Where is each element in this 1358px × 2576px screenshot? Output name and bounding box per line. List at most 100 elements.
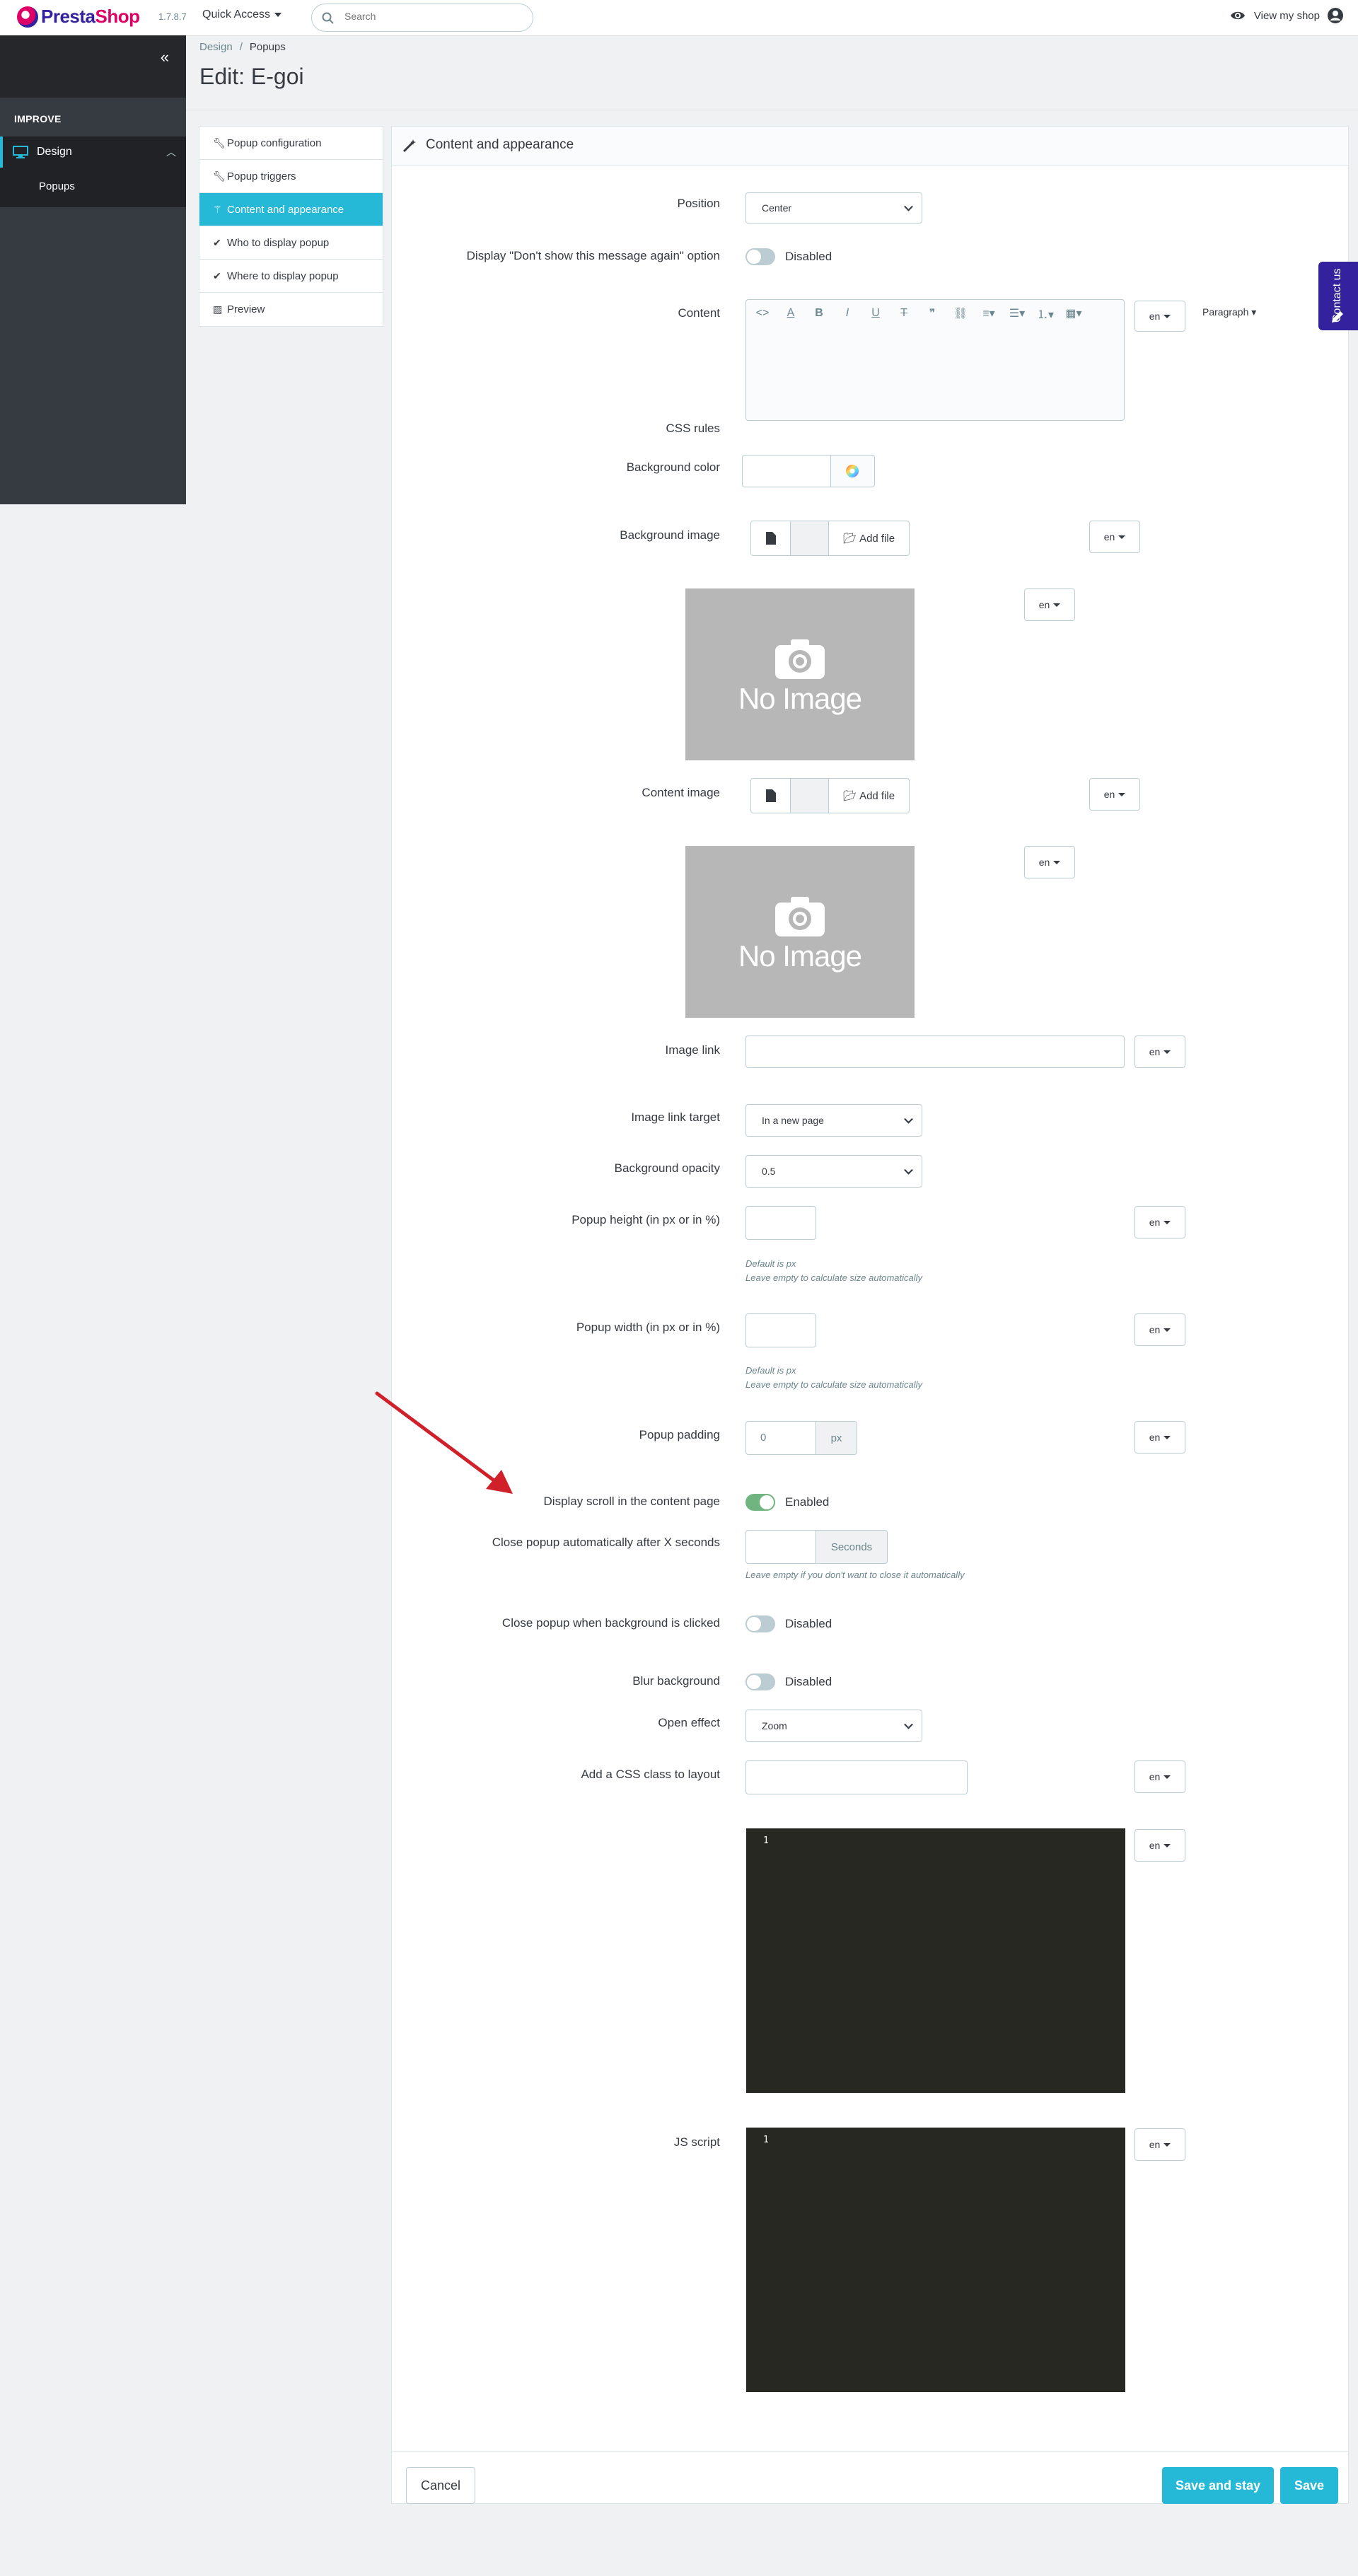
bullet-list-icon[interactable]: ☰▾ [1003, 306, 1031, 320]
content-language-dropdown[interactable]: en [1134, 301, 1185, 332]
blur-background-label: Blur background [632, 1674, 720, 1688]
content-image-preview-language-dropdown[interactable]: en [1024, 846, 1075, 878]
background-color-input[interactable] [742, 455, 831, 487]
popup-width-help: Default is px Leave empty to calculate si… [745, 1365, 923, 1390]
background-image-label: Background image [620, 528, 720, 542]
link-icon[interactable]: ⛓︎ [946, 306, 975, 320]
background-image-preview: No Image [685, 588, 915, 760]
tab-preview[interactable]: ▨ Preview [199, 293, 383, 326]
tab-where-to-display[interactable]: ✔ Where to display popup [199, 260, 383, 293]
quick-access-label: Quick Access [202, 8, 271, 21]
cancel-button[interactable]: Cancel [406, 2467, 475, 2504]
css-class-input[interactable] [745, 1760, 968, 1794]
background-color-label: Background color [626, 460, 720, 474]
close-auto-input[interactable] [745, 1530, 816, 1564]
popup-width-label: Popup width (in px or in %) [576, 1321, 720, 1334]
bold-icon[interactable]: B [805, 307, 833, 320]
sidebar-item-design[interactable]: Design ︿ [0, 137, 186, 168]
color-picker-button[interactable] [831, 455, 875, 487]
tab-popup-triggers[interactable]: 🔧︎ Popup triggers [199, 160, 383, 193]
breadcrumb-parent[interactable]: Design [199, 41, 233, 53]
quick-access-dropdown[interactable]: Quick Access [202, 8, 282, 21]
close-background-toggle[interactable] [745, 1615, 775, 1632]
dont-show-toggle[interactable] [745, 248, 775, 265]
panel-title: Content and appearance [426, 137, 574, 152]
numbered-list-icon[interactable]: ⒈▾ [1031, 305, 1060, 322]
content-image-label: Content image [642, 786, 720, 799]
image-link-input[interactable] [745, 1035, 1125, 1068]
content-image-file-group: 📂︎ Add file [750, 778, 910, 813]
background-image-language-dropdown[interactable]: en [1089, 521, 1140, 553]
image-link-label: Image link [665, 1043, 720, 1057]
tab-popup-configuration[interactable]: 🔧︎ Popup configuration [199, 127, 383, 160]
paragraph-format-dropdown[interactable]: Paragraph ▾ [1202, 306, 1256, 318]
js-script-label: JS script [673, 2135, 720, 2149]
editor-toolbar: <> A B I U T ❞ ⛓︎ ≡▾ ☰▾ ⒈▾ ▦▾ [748, 302, 1088, 325]
breadcrumb-current[interactable]: Popups [250, 41, 286, 53]
search-input[interactable] [343, 10, 523, 23]
table-icon[interactable]: ▦▾ [1060, 306, 1088, 320]
background-image-add-file-button[interactable]: 📂︎ Add file [829, 521, 909, 555]
tab-content-and-appearance[interactable]: ⚚ Content and appearance [199, 193, 383, 226]
popup-height-input[interactable] [745, 1206, 816, 1240]
wrench-icon: 🔧︎ [213, 137, 226, 149]
file-icon [751, 779, 791, 813]
open-effect-value: Zoom [762, 1720, 787, 1731]
contact-us-tab[interactable]: Contact us [1318, 262, 1358, 330]
sidebar-collapse-button[interactable]: « [0, 35, 186, 98]
background-opacity-select[interactable]: 0.5 [745, 1155, 922, 1188]
popup-width-language-dropdown[interactable]: en [1134, 1313, 1185, 1346]
tab-label: Popup triggers [227, 170, 296, 182]
popup-height-language-dropdown[interactable]: en [1134, 1206, 1185, 1238]
prestashop-logo[interactable]: PrestaShop [17, 6, 140, 28]
close-auto-label: Close popup automatically after X second… [492, 1536, 720, 1549]
underline-icon[interactable]: U [861, 307, 890, 320]
css-rules-language-dropdown[interactable]: en [1134, 1829, 1185, 1862]
no-image-text: No Image [738, 682, 862, 715]
version-label: 1.7.8.7 [158, 11, 187, 22]
popup-tabs: 🔧︎ Popup configuration 🔧︎ Popup triggers ⚚… [199, 126, 383, 327]
background-opacity-label: Background opacity [614, 1161, 720, 1175]
italic-icon[interactable]: I [833, 307, 861, 320]
popup-width-input[interactable] [745, 1313, 816, 1347]
background-image-preview-language-dropdown[interactable]: en [1024, 588, 1075, 621]
logo-icon [17, 6, 38, 28]
panel-header: Content and appearance [392, 127, 1348, 166]
js-script-language-dropdown[interactable]: en [1134, 2128, 1185, 2161]
image-link-language-dropdown[interactable]: en [1134, 1035, 1185, 1068]
annotation-arrow [375, 1391, 513, 1494]
popup-padding-language-dropdown[interactable]: en [1134, 1421, 1185, 1454]
search-icon [322, 12, 334, 24]
quote-icon[interactable]: ❞ [918, 306, 946, 320]
open-effect-select[interactable]: Zoom [745, 1710, 922, 1742]
view-my-shop-link[interactable]: View my shop [1230, 7, 1344, 24]
position-select[interactable]: Center [745, 192, 922, 224]
popup-padding-input[interactable]: 0 [745, 1421, 816, 1455]
position-value: Center [762, 202, 792, 214]
double-chevron-left-icon: « [160, 48, 169, 66]
blur-background-toggle[interactable] [745, 1673, 775, 1690]
tab-who-to-display[interactable]: ✔ Who to display popup [199, 226, 383, 260]
align-icon[interactable]: ≡▾ [975, 306, 1003, 320]
content-image-language-dropdown[interactable]: en [1089, 778, 1140, 811]
sidebar-item-label: Popups [39, 180, 75, 192]
save-button[interactable]: Save [1280, 2467, 1338, 2504]
tab-label: Popup configuration [227, 137, 322, 149]
magic-wand-icon [402, 139, 416, 153]
css-rules-code-editor[interactable]: 1 [746, 1828, 1125, 2093]
js-script-code-editor[interactable]: 1 [746, 2128, 1125, 2392]
search-box[interactable] [311, 4, 533, 32]
source-code-icon[interactable]: <> [748, 307, 777, 320]
display-scroll-toggle[interactable] [745, 1494, 775, 1511]
panel-footer-divider [392, 2451, 1348, 2452]
image-link-target-select[interactable]: In a new page [745, 1104, 922, 1137]
content-image-add-file-button[interactable]: 📂︎ Add file [829, 779, 909, 813]
sidebar-item-popups[interactable]: Popups [0, 168, 186, 207]
background-image-filename [791, 521, 829, 555]
save-and-stay-button[interactable]: Save and stay [1162, 2467, 1274, 2504]
strikethrough-icon[interactable]: T [890, 307, 918, 320]
text-color-icon[interactable]: A [777, 307, 805, 320]
css-class-language-dropdown[interactable]: en [1134, 1760, 1185, 1793]
user-avatar-icon[interactable] [1327, 7, 1344, 24]
background-image-file-group: 📂︎ Add file [750, 521, 910, 556]
